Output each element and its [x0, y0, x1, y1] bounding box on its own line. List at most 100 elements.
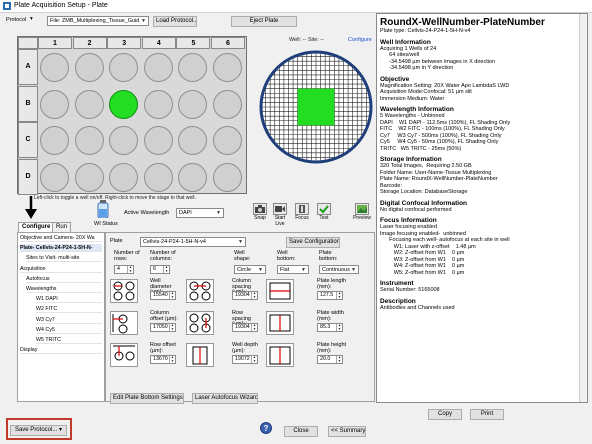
plate-length-input[interactable]: 127.5 ▲ ▼: [317, 291, 343, 300]
site-map[interactable]: [257, 48, 375, 166]
copy-button[interactable]: Copy: [428, 409, 462, 420]
tree-item[interactable]: Display: [20, 346, 102, 355]
column-header[interactable]: 5: [176, 37, 211, 49]
well-D3[interactable]: [109, 162, 139, 192]
row-header[interactable]: D: [18, 158, 38, 195]
active-wavelength-select[interactable]: DAPI ▼: [176, 208, 224, 218]
well-A3[interactable]: [109, 53, 139, 82]
well-A4[interactable]: [143, 53, 173, 82]
save-configuration-button[interactable]: Save Configuration...: [286, 237, 340, 248]
summary-panel[interactable]: RoundX-WellNumber-PlateNumber Plate type…: [376, 13, 588, 403]
row-header[interactable]: A: [18, 49, 38, 85]
tree-item[interactable]: W2 FITC: [36, 305, 102, 314]
protocol-select[interactable]: File: ZMB_Multiplexing_Tissue_Guid ▼: [47, 16, 149, 26]
spinner-icon[interactable]: ▲ ▼: [163, 265, 169, 273]
tree-item[interactable]: Wavelengths: [26, 285, 102, 293]
well-C2[interactable]: [74, 126, 104, 155]
tree-item[interactable]: Sites to Visit- multi-site: [26, 254, 102, 263]
spinner-icon[interactable]: ▲ ▼: [169, 291, 175, 299]
well-depth-input[interactable]: 19072 ▲ ▼: [232, 355, 258, 364]
tree-item[interactable]: Plate- Cellvis-24-P24-1-5H-N-: [20, 244, 102, 253]
close-button[interactable]: Close: [284, 426, 318, 437]
column-header[interactable]: 3: [107, 37, 142, 49]
well-B3[interactable]: [109, 89, 139, 119]
focus-button[interactable]: Focus: [294, 203, 310, 227]
well-C5[interactable]: [178, 126, 208, 155]
preview-button[interactable]: Preview: [352, 203, 372, 227]
tree-item[interactable]: W1 DAPI: [36, 295, 102, 304]
rows-input[interactable]: 4 ▲ ▼: [114, 265, 134, 274]
column-spacing-value: 19304: [235, 292, 250, 298]
well-B6[interactable]: [213, 89, 242, 119]
well-D4[interactable]: [143, 162, 173, 192]
well-A2[interactable]: [74, 53, 104, 82]
summary-heading: Wavelength Information: [380, 106, 454, 113]
plate-width-input[interactable]: 85.3 ▲ ▼: [317, 323, 343, 332]
row-offset-input[interactable]: 13670 ▲ ▼: [150, 355, 176, 364]
well-D2[interactable]: [74, 162, 104, 192]
snap-button[interactable]: Snap: [252, 203, 268, 227]
cols-input[interactable]: 6 ▲ ▼: [150, 265, 170, 274]
start-live-button[interactable]: Start Live: [270, 203, 290, 227]
tree-item[interactable]: W5 TRITC: [36, 336, 102, 344]
help-icon[interactable]: ?: [260, 422, 272, 434]
well-diameter-input[interactable]: 15540 ▲ ▼: [150, 291, 176, 300]
plate-type-select[interactable]: Cellvis-24-P24-1-5H-N-v4 ▼: [140, 237, 246, 247]
well-B4[interactable]: [143, 89, 173, 119]
well-D1[interactable]: [40, 162, 69, 192]
summary-toggle-button[interactable]: << Summary: [328, 426, 366, 437]
tree-item[interactable]: Objective and Camera- 20X Wa: [20, 234, 102, 242]
row-header[interactable]: B: [18, 85, 38, 122]
spinner-icon[interactable]: ▲ ▼: [169, 355, 175, 363]
spinner-icon[interactable]: ▲ ▼: [251, 291, 257, 299]
test-button[interactable]: Test: [316, 203, 332, 227]
active-wavelength-value: DAPI: [179, 210, 192, 216]
column-offset-input[interactable]: 17050 ▲ ▼: [150, 323, 176, 332]
well-A5[interactable]: [178, 53, 208, 82]
spinner-icon[interactable]: ▲ ▼: [336, 291, 342, 299]
well-B1[interactable]: [40, 89, 69, 119]
save-protocol-button[interactable]: Save Protocol... ▾: [10, 425, 67, 436]
eject-plate-button[interactable]: Eject Plate: [231, 16, 297, 27]
tab-configure[interactable]: Configure: [18, 222, 55, 232]
well-C3[interactable]: [109, 126, 139, 155]
well-D5[interactable]: [178, 162, 208, 192]
plate-bottom-select[interactable]: Continuous ▼: [319, 265, 359, 274]
spinner-icon[interactable]: ▲ ▼: [251, 355, 257, 363]
column-header[interactable]: 6: [211, 37, 245, 49]
spinner-icon[interactable]: ▲ ▼: [336, 355, 342, 363]
configure-link[interactable]: Configure: [348, 37, 372, 43]
load-protocol-button[interactable]: Load Protocol...: [153, 16, 197, 27]
tree-item[interactable]: W3 Cy7: [36, 316, 102, 324]
column-header[interactable]: 4: [141, 37, 176, 49]
row-spacing-input[interactable]: 19304 ▲ ▼: [232, 323, 258, 332]
edit-plate-bottom-button[interactable]: Edit Plate Bottom Settings...: [110, 393, 184, 404]
tree-item[interactable]: Acquisition: [20, 265, 102, 273]
well-B5[interactable]: [178, 89, 208, 119]
spinner-icon[interactable]: ▲ ▼: [169, 323, 175, 331]
well-D6[interactable]: [213, 162, 242, 192]
well-B2[interactable]: [74, 89, 104, 119]
spinner-icon[interactable]: ▲ ▼: [127, 265, 133, 273]
well-bottom-select[interactable]: Flat ▼: [277, 265, 309, 274]
column-spacing-input[interactable]: 19304 ▲ ▼: [232, 291, 258, 300]
plate-height-input[interactable]: 20.0 ▲ ▼: [317, 355, 343, 364]
selected-sites: [297, 88, 335, 126]
laser-autofocus-wizard-button[interactable]: Laser Autofocus Wizard...: [192, 393, 258, 404]
well-A6[interactable]: [213, 53, 242, 82]
spinner-icon[interactable]: ▲ ▼: [336, 323, 342, 331]
well-C1[interactable]: [40, 126, 69, 155]
well-C6[interactable]: [213, 126, 242, 155]
tab-run[interactable]: Run: [52, 222, 72, 232]
well-shape-select[interactable]: Circle ▼: [234, 265, 266, 274]
summary-scrollbar[interactable]: [579, 14, 587, 402]
column-header[interactable]: 1: [38, 37, 72, 49]
tree-item[interactable]: W4 Cy5: [36, 326, 102, 334]
well-C4[interactable]: [143, 126, 173, 155]
row-header[interactable]: C: [18, 122, 38, 158]
tree-item[interactable]: Autofocus: [26, 275, 102, 283]
well-A1[interactable]: [40, 53, 69, 82]
spinner-icon[interactable]: ▲ ▼: [251, 323, 257, 331]
column-header[interactable]: 2: [72, 37, 107, 49]
print-button[interactable]: Print: [470, 409, 504, 420]
